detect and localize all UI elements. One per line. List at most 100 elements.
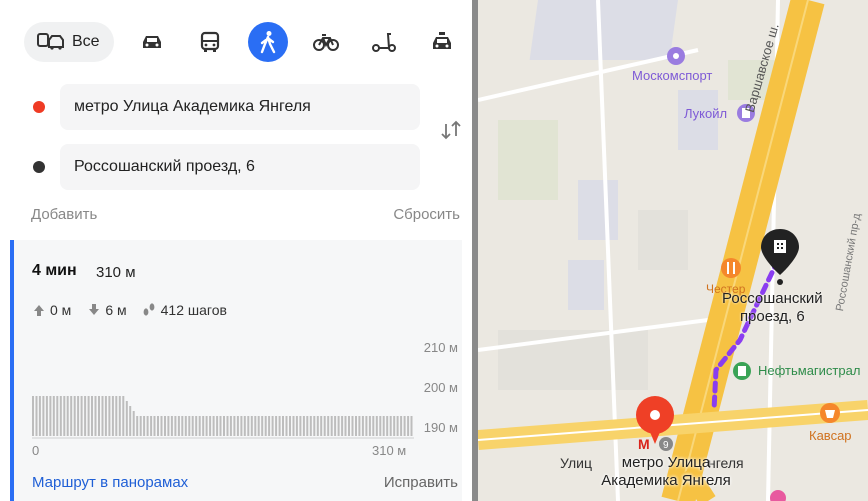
elevation-bar [87,396,90,436]
map-label-destination: Россошанский проезд, 6 [722,290,823,326]
elevation-bar [157,416,159,436]
fix-route-link[interactable]: Исправить [384,474,458,491]
elevation-bar [139,416,142,436]
mode-taxi-button[interactable] [422,22,462,62]
all-modes-icon [37,33,64,50]
elevation-bar [56,396,59,436]
reset-route-link[interactable]: Сбросить [393,206,460,223]
elevation-bar [32,396,34,436]
elevation-bar [372,416,375,436]
metro-label-line1: метро Улица [621,454,711,471]
elevation-bar [243,416,246,436]
swap-points-icon[interactable] [438,118,464,142]
elevation-bar [45,396,48,436]
elevation-bar [122,396,125,436]
elevation-bar [323,416,326,436]
mode-all-label: Все [72,33,100,50]
chester-poi-icon[interactable] [721,258,741,278]
elevation-bar [355,416,357,436]
elevation-bar [268,416,271,436]
elevation-bar [257,416,260,436]
elevation-bar [396,416,399,436]
elevation-bar [275,416,278,436]
elevation-label-210: 210 м [423,340,458,355]
mode-bus-button[interactable] [190,22,230,62]
profile-x-start: 0 [32,443,40,458]
elevation-bar [136,416,139,436]
mode-walk-button[interactable] [247,22,288,62]
elevation-bar [118,396,121,436]
elevation-bar [361,416,364,436]
kavsar-poi-icon[interactable] [820,403,840,423]
elevation-bar [167,416,170,436]
map-view[interactable]: M 9 Москомспорт Лукойл Варшавское ш. Чес… [478,0,868,501]
map-label-moskomsport[interactable]: Москомспорт [632,68,712,83]
destination-line2: проезд, 6 [739,308,805,325]
elevation-bar [271,416,274,436]
elevation-bar [77,396,80,436]
map-label-kavsar[interactable]: Кавсар [809,428,852,443]
elevation-bar [150,416,153,436]
elevation-bar [94,396,97,436]
elevation-bar [129,406,132,436]
elevation-bar [278,416,281,436]
elevation-bar [73,396,76,436]
elevation-bar [212,416,215,436]
elevation-bar [188,416,191,436]
elevation-bar [334,416,337,436]
elevation-bar [358,416,361,436]
elevation-bar [226,416,229,436]
elevation-bar [219,416,222,436]
route-to-input[interactable]: Россошанский проезд, 6 [60,144,420,190]
elevation-bar [295,416,298,436]
elevation-bar [170,416,173,436]
mode-car-button[interactable] [132,22,172,62]
elevation-bar [375,416,378,436]
elevation-bar [229,416,232,436]
elevation-bar [216,416,219,436]
elevation-bar [299,416,302,436]
elevation-profile [32,396,414,439]
elevation-bar [344,416,347,436]
route-card[interactable]: 4 мин 310 м 0 м 6 м 412 шагов 210 м 200 … [10,240,462,501]
elevation-bar [233,416,236,436]
bike-icon [312,34,339,51]
mode-scooter-button[interactable] [364,22,404,62]
elevation-bar [302,416,305,436]
elevation-bar [327,416,330,436]
elevation-label-200: 200 м [423,380,458,395]
elevation-bar [108,396,111,436]
walk-icon [260,31,275,54]
elevation-bar [160,416,163,436]
add-point-link[interactable]: Добавить [31,206,97,223]
elevation-bar [70,396,73,436]
elevation-bar [80,396,83,436]
elevation-bar [240,416,243,436]
map-label-lukoil[interactable]: Лукойл [684,106,727,121]
metro-label-line2: Академика Янгеля [601,472,731,489]
mode-all-button[interactable]: Все [24,22,114,62]
elevation-bar [223,416,225,436]
elevation-bar [38,396,41,436]
neftmag-poi-icon[interactable] [733,362,751,380]
transport-modes: Все [24,22,472,62]
route-from-input[interactable]: метро Улица Академика Янгеля [60,84,420,130]
elevation-bar [35,396,38,436]
bus-icon [200,31,219,52]
start-point-icon [33,101,45,113]
elevation-bar [104,396,107,436]
elevation-bar [351,416,354,436]
elevation-bar [236,416,239,436]
taxi-icon [432,32,451,49]
metro-line-number: 9 [663,440,669,451]
mode-bike-button[interactable] [306,22,346,62]
map-label-neftmag[interactable]: Нефтьмагистрал [758,363,860,378]
map-label-metro: метро Улица Академика Янгеля [576,454,756,490]
elevation-bar [143,416,146,436]
panorama-route-link[interactable]: Маршрут в панорамах [32,474,188,491]
elevation-bar [330,416,333,436]
elevation-bar [205,416,208,436]
moskomsport-poi-icon[interactable] [667,47,685,65]
destination-line1: Россошанский [722,290,823,307]
elevation-bar [285,416,288,436]
